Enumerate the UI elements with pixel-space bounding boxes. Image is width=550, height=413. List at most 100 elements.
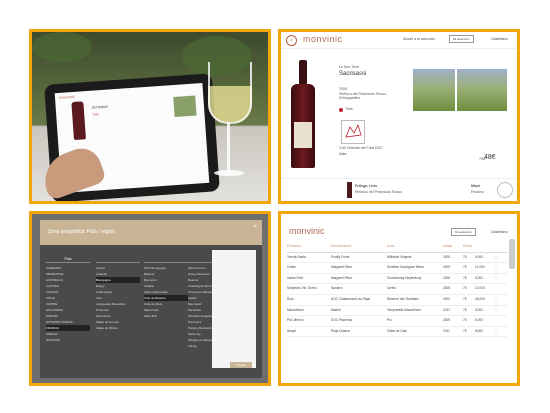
producer-photo[interactable] (413, 69, 455, 111)
table-cell: Cullen (287, 265, 297, 270)
vineyard-photo[interactable] (457, 69, 507, 111)
favorite-heart-icon[interactable]: ♡ (491, 295, 501, 305)
vintage: 2005 (339, 87, 347, 91)
column-header[interactable]: Uvas (387, 242, 443, 252)
table-cell: Lirrets (387, 286, 396, 291)
related-bottle-icon[interactable] (347, 182, 352, 198)
dialog-title: Zona geográfica: País / región (48, 229, 115, 235)
table-cell: Chardonnay Heytesbury (387, 275, 422, 280)
next-circle-icon[interactable] (497, 182, 513, 198)
table-cell: Tempranillo Macarthone (387, 307, 422, 312)
producer: Le Due Terre (339, 65, 360, 69)
table-row[interactable]: Ampel Rioja Clásica Viñas de Gain 2011 75 8,0… (287, 327, 507, 338)
column-header (144, 256, 188, 263)
table-cell: 75 (463, 286, 467, 291)
column-header[interactable]: Añada (443, 242, 463, 252)
language-select[interactable]: Castellano (491, 230, 508, 234)
my-selection-button[interactable]: Mi selección (451, 228, 476, 236)
country-column: País ALEMANIA ARGENTINA AUSTRALIA AUSTRIA CAN… (46, 256, 90, 343)
region-map[interactable] (341, 120, 365, 144)
apply-button[interactable]: Aceptar (229, 362, 252, 368)
product-detail-panel: ‹ monvinic Añadir a la selección Mi sele… (278, 29, 520, 204)
brand-logo: monvinic (303, 34, 343, 44)
table-cell: 75 (463, 254, 467, 259)
app-logo: monvinic (58, 93, 75, 100)
related-wines-bar: Fellega, Livio Refosco del Peduncolo Ros… (281, 178, 517, 201)
favorite-heart-icon[interactable]: ♡ (491, 327, 501, 337)
table-cell: 6,000 (475, 254, 483, 259)
bottle-label (294, 122, 312, 148)
table-cell: Navarra (331, 286, 343, 291)
my-selection-button[interactable]: Mi selección (449, 35, 474, 43)
table-cell: 2002 (443, 296, 451, 301)
dialog-option[interactable]: Saint-Bris (144, 313, 188, 319)
table-cell: 2011 (443, 328, 450, 333)
add-selection-link[interactable]: Añadir a la selección (403, 37, 435, 41)
vineyard-thumbnail (173, 95, 197, 117)
region-dialog-panel: Zona geográfica: País / región × País ALE… (29, 211, 271, 386)
table-row[interactable]: Pio Ulteroni DOC Piacenza Pio 2009 75 6,000 ♡ (287, 316, 507, 327)
region-dialog: Zona geográfica: País / región × País ALE… (40, 220, 262, 378)
brand-logo: monvinic (289, 226, 325, 236)
column-header[interactable]: Productor (287, 242, 331, 252)
wine-name: Scrisassi (91, 103, 108, 110)
column-header[interactable]: Precio (463, 242, 475, 252)
table-row[interactable]: Macarthone Madrid Tempranillo Macarthone 20… (287, 306, 507, 317)
table-cell: 75 (463, 296, 467, 301)
favorite-heart-icon[interactable]: ♡ (491, 316, 501, 326)
table-cell: AOC Chateauneuf-du-Pape (331, 296, 371, 301)
language-select[interactable]: Castellano (491, 37, 508, 41)
table-cell: Rioja Clásica (331, 328, 350, 333)
table-cell: 6,000 (475, 318, 483, 323)
table-cell: Réserve des Gardians (387, 296, 419, 301)
table-cell: 10,000 (475, 286, 485, 291)
table-cell: Macarthone (287, 307, 304, 312)
table-cell: 75 (463, 318, 467, 323)
table-row[interactable]: Tenuta Santa Pouilly Fumé Willandé Viognie… (287, 253, 507, 264)
dialog-option[interactable]: HUNGRIA (46, 337, 90, 343)
subregion-column: AOC Bourgogne Beaune Bouzeron Chablis Côte C… (144, 256, 188, 319)
bottle-image (71, 101, 86, 141)
table-cell: Margaret River (331, 265, 353, 270)
table-cell: 2008 (443, 286, 451, 291)
dialog-header: Zona geográfica: País / región × (40, 220, 262, 245)
favorite-heart-icon[interactable]: ♡ (491, 263, 501, 273)
foliage (32, 32, 92, 62)
table-cell: Sémillon Sauvignon Blanc (387, 265, 425, 270)
favorite-heart-icon[interactable]: ♡ (491, 274, 501, 284)
close-icon[interactable]: × (253, 224, 257, 230)
table-cell: Pouilly Fumé (331, 254, 350, 259)
type-dot-icon (339, 108, 343, 112)
alt-producer[interactable]: Miani (471, 184, 480, 188)
table-cell: 6,000 (475, 275, 483, 280)
table-row[interactable]: Sanpedro Vin. Divino Navarra Lirrets 2008 75… (287, 284, 507, 295)
type-badge: Tinto (92, 112, 99, 117)
table-cell: DOC Piacenza (331, 318, 353, 323)
column-header (96, 256, 140, 263)
table-row[interactable]: Rolo AOC Chateauneuf-du-Pape Réserve des G… (287, 295, 507, 306)
table-row[interactable]: Vasse Felix Margaret River Chardonnay Heyt… (287, 274, 507, 285)
table-cell: Viñas de Gain (387, 328, 407, 333)
table-cell: Rolo (287, 296, 294, 301)
table-cell: 26,000 (475, 296, 485, 301)
tablet-photo-panel: monvinic Scrisassi Tinto (29, 29, 271, 204)
table-cell: 2009 (443, 318, 451, 323)
favorite-heart-icon[interactable]: ♡ (491, 253, 501, 263)
table-cell: 11,000 (475, 265, 485, 270)
related-producer[interactable]: Fellega, Livio (355, 184, 377, 188)
table-cell: Vasse Felix (287, 275, 304, 280)
favorite-heart-icon[interactable]: ♡ (491, 284, 501, 294)
wine-title: Sacrisassi (339, 71, 367, 77)
table-cell: Pio (387, 318, 392, 323)
table-row[interactable]: Cullen Margaret River Sémillon Sauvignon B… (287, 263, 507, 274)
wine-type: Tinto (345, 107, 353, 111)
dialog-option[interactable]: Vallée du Rhône (96, 325, 140, 331)
column-header[interactable]: Denominación (331, 242, 387, 252)
column-header[interactable] (475, 242, 491, 252)
scrollbar[interactable] (509, 239, 515, 269)
back-arrow-icon[interactable]: ‹ (286, 35, 297, 46)
favorite-heart-icon[interactable]: ♡ (491, 306, 501, 316)
table-cell: Ampel (287, 328, 297, 333)
table-cell: 2005 (443, 254, 451, 259)
column-header[interactable] (491, 242, 501, 252)
